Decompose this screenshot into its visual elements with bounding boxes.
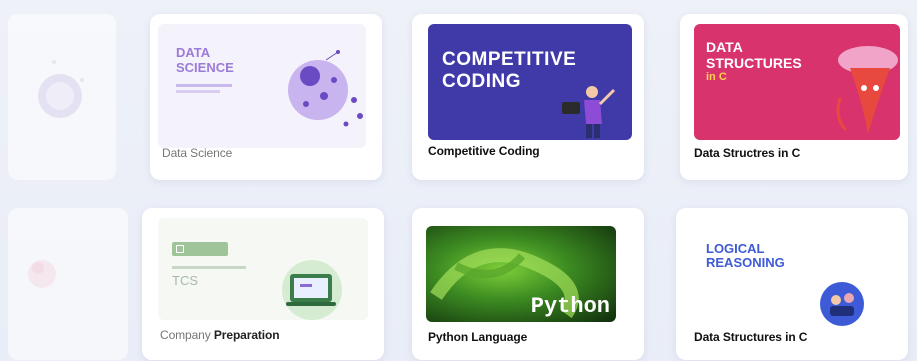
python-thumbnail: Python [426, 226, 616, 322]
thumb-title: Python [530, 294, 610, 319]
faded-course-card [8, 208, 128, 360]
course-label: Data Science [162, 146, 233, 160]
course-card-python-language[interactable]: Python Python Language [412, 208, 644, 360]
course-card-competitive-coding[interactable]: COMPETITIVE CODING Competitive Coding [412, 14, 644, 180]
faded-sphere-icon [38, 60, 84, 118]
laptop-icon [282, 260, 342, 320]
course-card-data-science[interactable]: DATA SCIENCE Data Science [150, 14, 382, 180]
thumb-title-line1: LOGICAL [706, 241, 765, 256]
course-label: Competitive Coding [428, 144, 540, 158]
label-prefix: Company [160, 328, 214, 342]
label-strong: C [798, 330, 808, 344]
label-prefix: Data Structures in [694, 330, 799, 344]
thumb-title-line1: DATA [176, 45, 211, 60]
virus-blob-icon [288, 50, 363, 127]
character-icon [836, 46, 898, 134]
company-preparation-thumbnail: TCS [158, 218, 368, 320]
people-circle-icon [820, 282, 864, 326]
course-label: Data Structres in C [694, 146, 801, 160]
coder-icon [562, 86, 616, 138]
thumb-title-line1: DATA [706, 39, 743, 55]
course-label: Company Preparation [160, 328, 280, 342]
faded-shape-icon [28, 260, 56, 288]
label-strong: Preparation [213, 328, 280, 342]
course-card-data-structures-c[interactable]: DATA STRUCTURES in C Data Structres in C [680, 14, 908, 180]
thumb-title-line2: STRUCTURES [706, 55, 802, 71]
course-card-logical-reasoning[interactable]: LOGICAL REASONING Data Structures in C [676, 208, 908, 360]
thumb-title-line3: in C [706, 71, 727, 83]
thumb-title-line1: COMPETITIVE [442, 49, 577, 70]
competitive-coding-thumbnail: COMPETITIVE CODING [428, 24, 632, 140]
data-structures-thumbnail: DATA STRUCTURES in C [694, 24, 900, 140]
course-label: Python Language [428, 330, 528, 344]
thumb-title: TCS [172, 273, 198, 288]
thumb-title-line2: SCIENCE [176, 60, 234, 75]
course-card-company-preparation[interactable]: TCS Company Preparation [142, 208, 384, 360]
course-label: Data Structures in C [694, 330, 807, 344]
faded-course-card [8, 14, 116, 180]
thumb-title-line2: REASONING [706, 255, 785, 270]
data-science-thumbnail: DATA SCIENCE [158, 24, 366, 148]
logical-reasoning-thumbnail: LOGICAL REASONING [690, 218, 890, 330]
